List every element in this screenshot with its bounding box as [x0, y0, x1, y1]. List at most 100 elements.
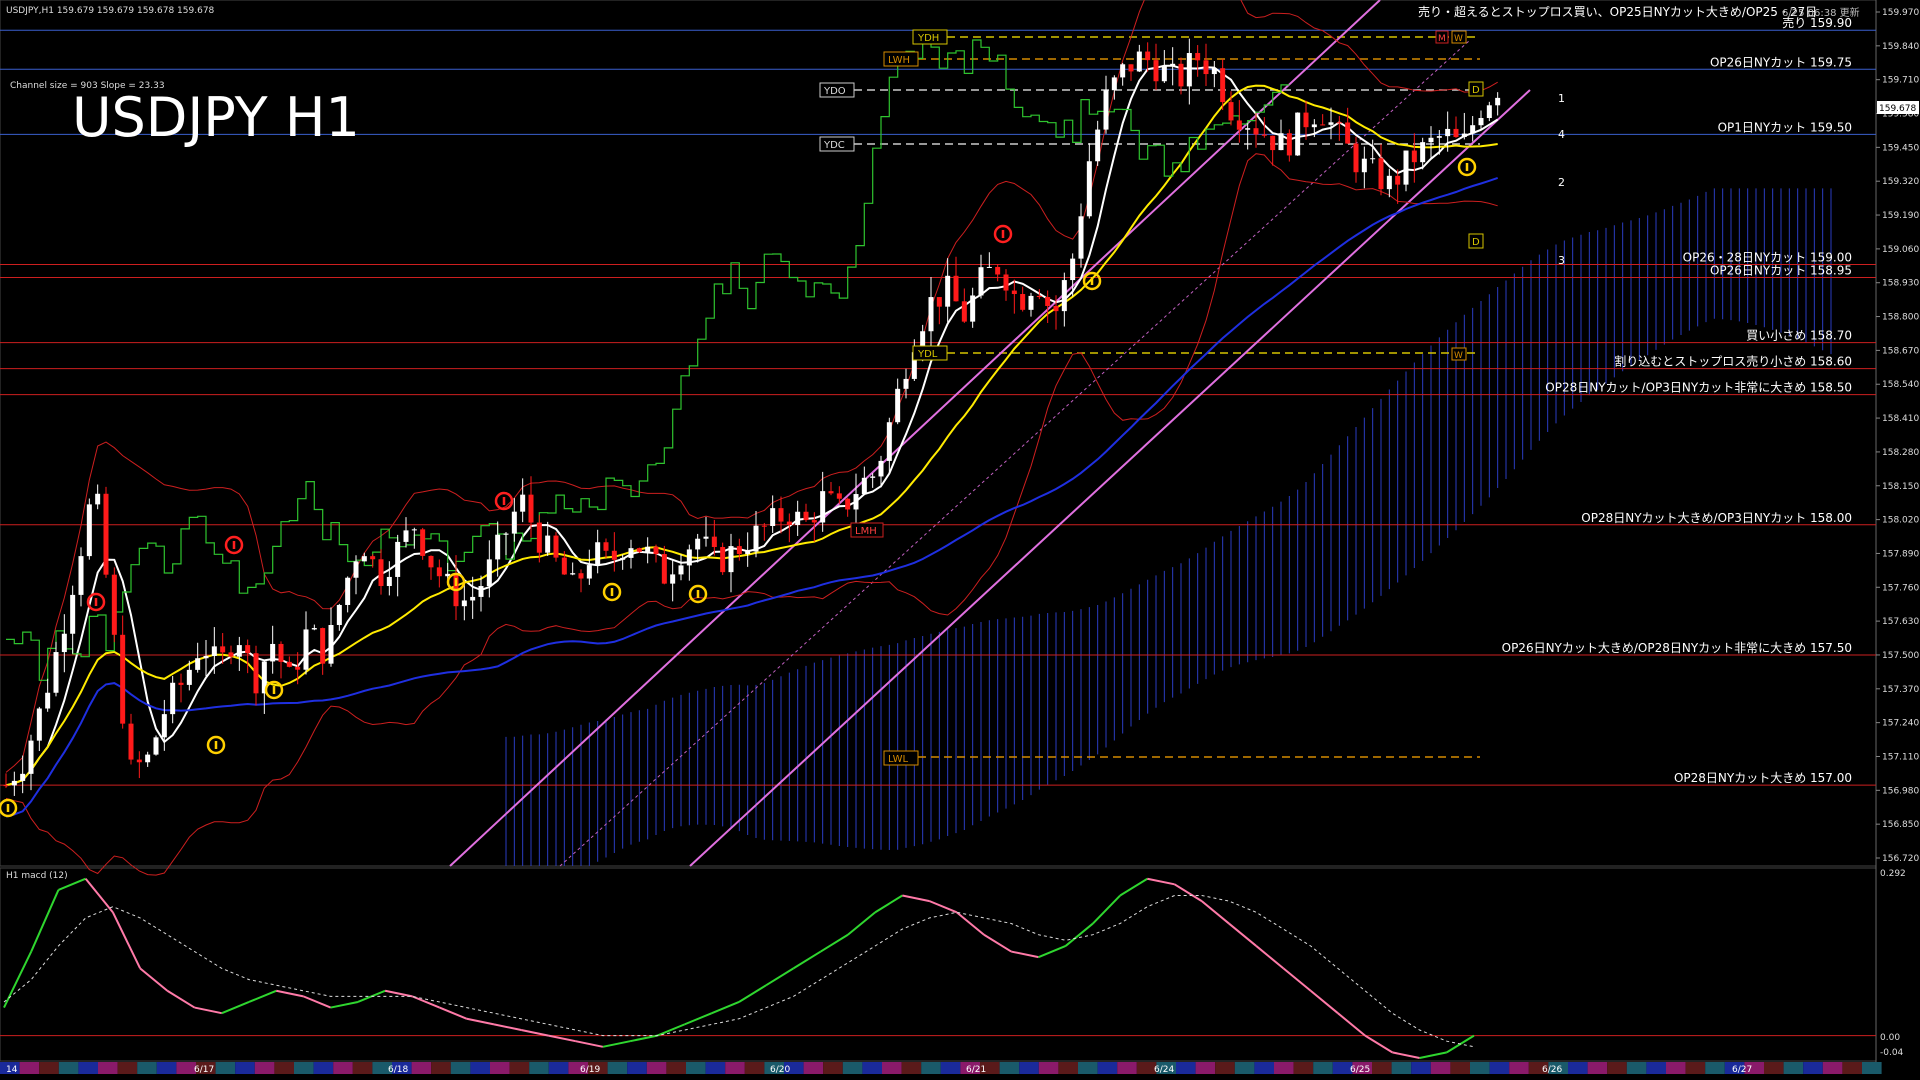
candle-body — [595, 542, 601, 566]
macd-segment — [303, 995, 332, 1009]
candle-body — [478, 586, 484, 597]
level-label: OP28日NYカット大きめ/OP3日NYカット 158.00 — [1581, 511, 1852, 525]
level-label: OP26日NYカット 159.75 — [1710, 55, 1852, 69]
level-label: OP26・28日NYカット 159.00 — [1683, 250, 1852, 264]
candle-body — [1178, 63, 1184, 87]
session-band — [156, 1062, 177, 1074]
candle-body — [1403, 150, 1409, 185]
time-label: 6/25 — [1350, 1065, 1370, 1075]
macd-segment — [983, 933, 1012, 953]
macd-segment — [221, 1001, 250, 1015]
candle-body — [936, 297, 942, 307]
session-band — [1646, 1062, 1666, 1074]
price-chart[interactable]: 売り 159.90OP26日NYカット 159.75OP1日NYカット 159.… — [0, 0, 1920, 1080]
candle-body — [220, 646, 226, 653]
session-band — [901, 1062, 922, 1074]
session-band — [882, 1062, 902, 1074]
price-tick-label: 158.150 — [1882, 482, 1919, 492]
session-band — [1450, 1062, 1470, 1074]
candle-body — [70, 594, 76, 634]
candle-body — [561, 557, 567, 575]
session-band — [1666, 1062, 1686, 1074]
session-band — [627, 1062, 647, 1074]
macd-segment — [1147, 877, 1175, 886]
candle-body — [1086, 161, 1092, 217]
session-band — [607, 1062, 628, 1074]
candle-body — [970, 295, 976, 322]
macd-segment — [656, 1023, 685, 1037]
candle-body — [1270, 135, 1276, 151]
candle-body — [95, 493, 101, 505]
candle-body — [1345, 122, 1351, 144]
macd-segment — [548, 1034, 576, 1043]
macd-segment — [111, 911, 142, 969]
session-band — [1509, 1062, 1529, 1074]
candle-body — [545, 535, 551, 553]
session-band — [686, 1062, 706, 1074]
price-tick-label: 156.980 — [1882, 786, 1919, 796]
candle-body — [1311, 124, 1317, 128]
macd-segment — [411, 995, 440, 1009]
candle-body — [20, 773, 26, 781]
candle-body — [995, 266, 1001, 275]
candle-body — [303, 629, 309, 670]
candle-body — [1478, 118, 1484, 126]
candle-body — [703, 536, 709, 539]
candle-body — [1286, 133, 1292, 156]
price-tick-label: 159.190 — [1882, 211, 1919, 221]
candle-body — [1378, 158, 1384, 190]
session-band — [1117, 1062, 1137, 1074]
candle-body — [836, 493, 842, 499]
candle-body — [878, 460, 884, 477]
session-band — [1489, 1062, 1510, 1074]
level-label: OP28日NYカット大きめ 157.00 — [1674, 771, 1852, 785]
candle-body — [186, 669, 192, 685]
candle-body — [386, 576, 392, 587]
svg-text:YDH: YDH — [917, 33, 939, 44]
candle-body — [78, 556, 84, 595]
session-band — [39, 1062, 59, 1074]
macd-segment — [1201, 900, 1230, 925]
candle-body — [1453, 128, 1459, 138]
session-band — [470, 1062, 490, 1074]
candle-body — [211, 646, 217, 656]
session-band — [450, 1062, 471, 1074]
candle-body — [336, 604, 342, 625]
candle-body — [395, 541, 401, 577]
candle-body — [378, 559, 384, 587]
svg-text:YDL: YDL — [917, 349, 938, 360]
candle-body — [111, 574, 117, 635]
candle-body — [1278, 133, 1284, 151]
candle-body — [645, 546, 651, 552]
time-label: 6/27 — [1732, 1065, 1752, 1075]
macd-segment — [602, 1040, 631, 1048]
candle-body — [311, 628, 317, 630]
session-band — [666, 1062, 686, 1074]
macd-segment — [1119, 877, 1148, 897]
candle-body — [778, 508, 784, 522]
ydh-marker: YDH — [912, 29, 948, 45]
candle-body — [503, 533, 509, 535]
candle-body — [686, 549, 692, 566]
candle-body — [795, 511, 801, 525]
session-band — [313, 1062, 334, 1074]
price-tick-label: 158.930 — [1882, 279, 1919, 289]
candle-body — [470, 596, 476, 601]
price-tick-label: 158.540 — [1882, 380, 1919, 390]
macd-segment — [902, 894, 930, 903]
candle-body — [1228, 102, 1234, 121]
candle-body — [403, 530, 409, 542]
time-label: 6/21 — [966, 1065, 986, 1075]
session-band — [1254, 1062, 1274, 1074]
candle-body — [845, 498, 851, 510]
candle-body — [828, 491, 834, 494]
moving-averages — [5, 37, 1499, 818]
session-band — [705, 1062, 726, 1074]
price-tick-label: 157.630 — [1882, 617, 1919, 627]
level-label: OP1日NYカット 159.50 — [1718, 120, 1852, 134]
session-band — [1058, 1062, 1078, 1074]
price-tick-label: 158.670 — [1882, 346, 1919, 356]
candle-body — [753, 525, 759, 552]
macd-segment — [384, 989, 413, 998]
current-price: 159.678 — [1879, 104, 1916, 114]
